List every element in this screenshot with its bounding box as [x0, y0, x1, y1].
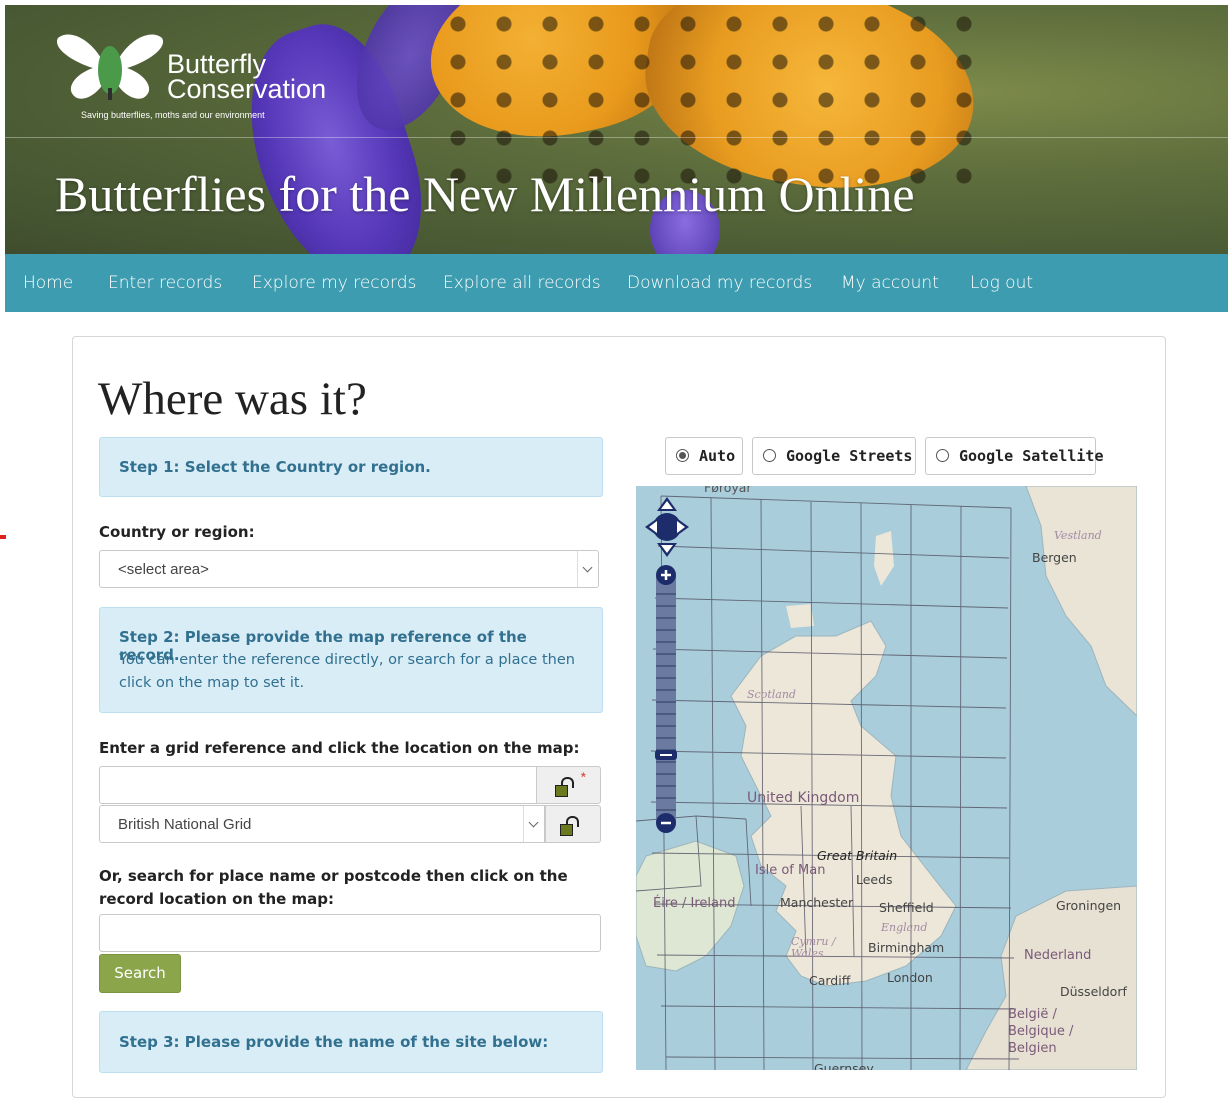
map-label-wales: Cymru / Wales: [791, 935, 836, 960]
map-label-ireland: Éire / Ireland: [653, 896, 736, 911]
chevron-down-icon: [577, 551, 598, 587]
nav-explore-all-records[interactable]: Explore all records: [443, 273, 601, 293]
grid-system-select[interactable]: British National Grid: [99, 805, 545, 843]
step1-title: Step 1: Select the Country or region.: [119, 458, 431, 476]
map-label-birmingham: Birmingham: [868, 940, 945, 955]
logo-tagline: Saving butterflies, moths and our enviro…: [81, 110, 265, 120]
map-label-guernsey: Guernsey: [814, 1061, 874, 1070]
map-label-england: England: [881, 921, 928, 934]
step3-box: Step 3: Please provide the name of the s…: [99, 1011, 603, 1073]
country-select[interactable]: <select area>: [99, 550, 599, 588]
unlock-icon: [555, 777, 574, 797]
butterfly-logo-icon: [56, 34, 164, 100]
place-search-input[interactable]: [99, 914, 601, 952]
logo-line-2: Conservation: [167, 74, 327, 104]
grid-system-value: British National Grid: [118, 816, 252, 833]
logo-wordmark: Butterfly Conservation: [167, 51, 327, 104]
step2-box: Step 2: Please provide the map reference…: [99, 607, 603, 713]
map-label-great-britain: Great Britain: [817, 848, 898, 863]
unlock-icon: [560, 816, 579, 836]
grid-system-lock-button[interactable]: [545, 805, 601, 843]
map-label-bergen: Bergen: [1032, 550, 1077, 565]
nav-download-my-records[interactable]: Download my records: [627, 273, 812, 293]
gridref-label: Enter a grid reference and click the loc…: [99, 739, 580, 757]
required-marker: *: [581, 770, 586, 784]
map-pan-control[interactable]: [645, 497, 689, 557]
map-label-nederland: Nederland: [1024, 948, 1092, 963]
map-label-isle-of-man: Isle of Man: [755, 863, 826, 878]
layer-option-google-satellite[interactable]: Google Satellite: [925, 437, 1104, 475]
layer-option-google-streets[interactable]: Google Streets: [752, 437, 916, 475]
step1-box: Step 1: Select the Country or region.: [99, 437, 603, 497]
map-label-sheffield: Sheffield: [879, 900, 934, 915]
radio-icon: [936, 449, 949, 462]
map-label-leeds: Leeds: [856, 872, 893, 887]
map-label-belgium: België / Belgique / Belgien: [1008, 1007, 1074, 1056]
map-canvas[interactable]: Føroyar Vestland Bergen Scotland United …: [636, 486, 1137, 1070]
main-nav: Home Enter records Explore my records Ex…: [5, 254, 1228, 312]
nav-home[interactable]: Home: [23, 273, 73, 293]
chevron-down-icon: [523, 806, 544, 842]
country-select-value: <select area>: [118, 561, 209, 578]
gridref-input[interactable]: [99, 766, 537, 804]
map-label-groningen: Groningen: [1056, 898, 1122, 913]
radio-selected-icon: [676, 449, 689, 462]
page-title: Where was it?: [98, 373, 367, 425]
zoom-bar-icon: [655, 565, 677, 833]
nav-explore-my-records[interactable]: Explore my records: [252, 273, 416, 293]
map-label-vestland: Vestland: [1054, 529, 1102, 542]
butterfly-conservation-logo[interactable]: Butterfly Conservation Saving butterflie…: [55, 30, 345, 130]
map-label-united-kingdom: United Kingdom: [747, 790, 860, 806]
layer-option-auto[interactable]: Auto: [665, 437, 743, 475]
search-button[interactable]: Search: [99, 954, 181, 993]
step3-title: Step 3: Please provide the name of the s…: [119, 1033, 549, 1051]
layer-option-label: Google Satellite: [959, 447, 1104, 465]
nav-log-out[interactable]: Log out: [970, 273, 1033, 293]
layer-option-label: Google Streets: [786, 447, 913, 465]
map-label-london: London: [887, 970, 933, 985]
banner-divider: [5, 137, 1228, 138]
radio-icon: [763, 449, 776, 462]
map-label-scotland: Scotland: [747, 688, 796, 701]
pan-arrows-icon: [645, 497, 689, 557]
country-label: Country or region:: [99, 523, 255, 541]
map-label-dusseldorf: Düsseldorf: [1060, 984, 1127, 999]
place-search-label: Or, search for place name or postcode th…: [99, 867, 568, 908]
map-label-faroe: Føroyar: [704, 486, 752, 495]
site-title: Butterflies for the New Millennium Onlin…: [55, 166, 915, 222]
map-label-manchester: Manchester: [780, 895, 854, 910]
gridref-lock-button[interactable]: *: [536, 766, 601, 804]
edge-marker: [0, 535, 6, 539]
layer-option-label: Auto: [699, 447, 736, 465]
nav-my-account[interactable]: My account: [841, 273, 939, 293]
map-zoom-control[interactable]: [655, 564, 677, 834]
map-label-cardiff: Cardiff: [809, 973, 851, 988]
step2-body: You can enter the reference directly, or…: [119, 652, 575, 691]
nav-enter-records[interactable]: Enter records: [108, 273, 222, 293]
